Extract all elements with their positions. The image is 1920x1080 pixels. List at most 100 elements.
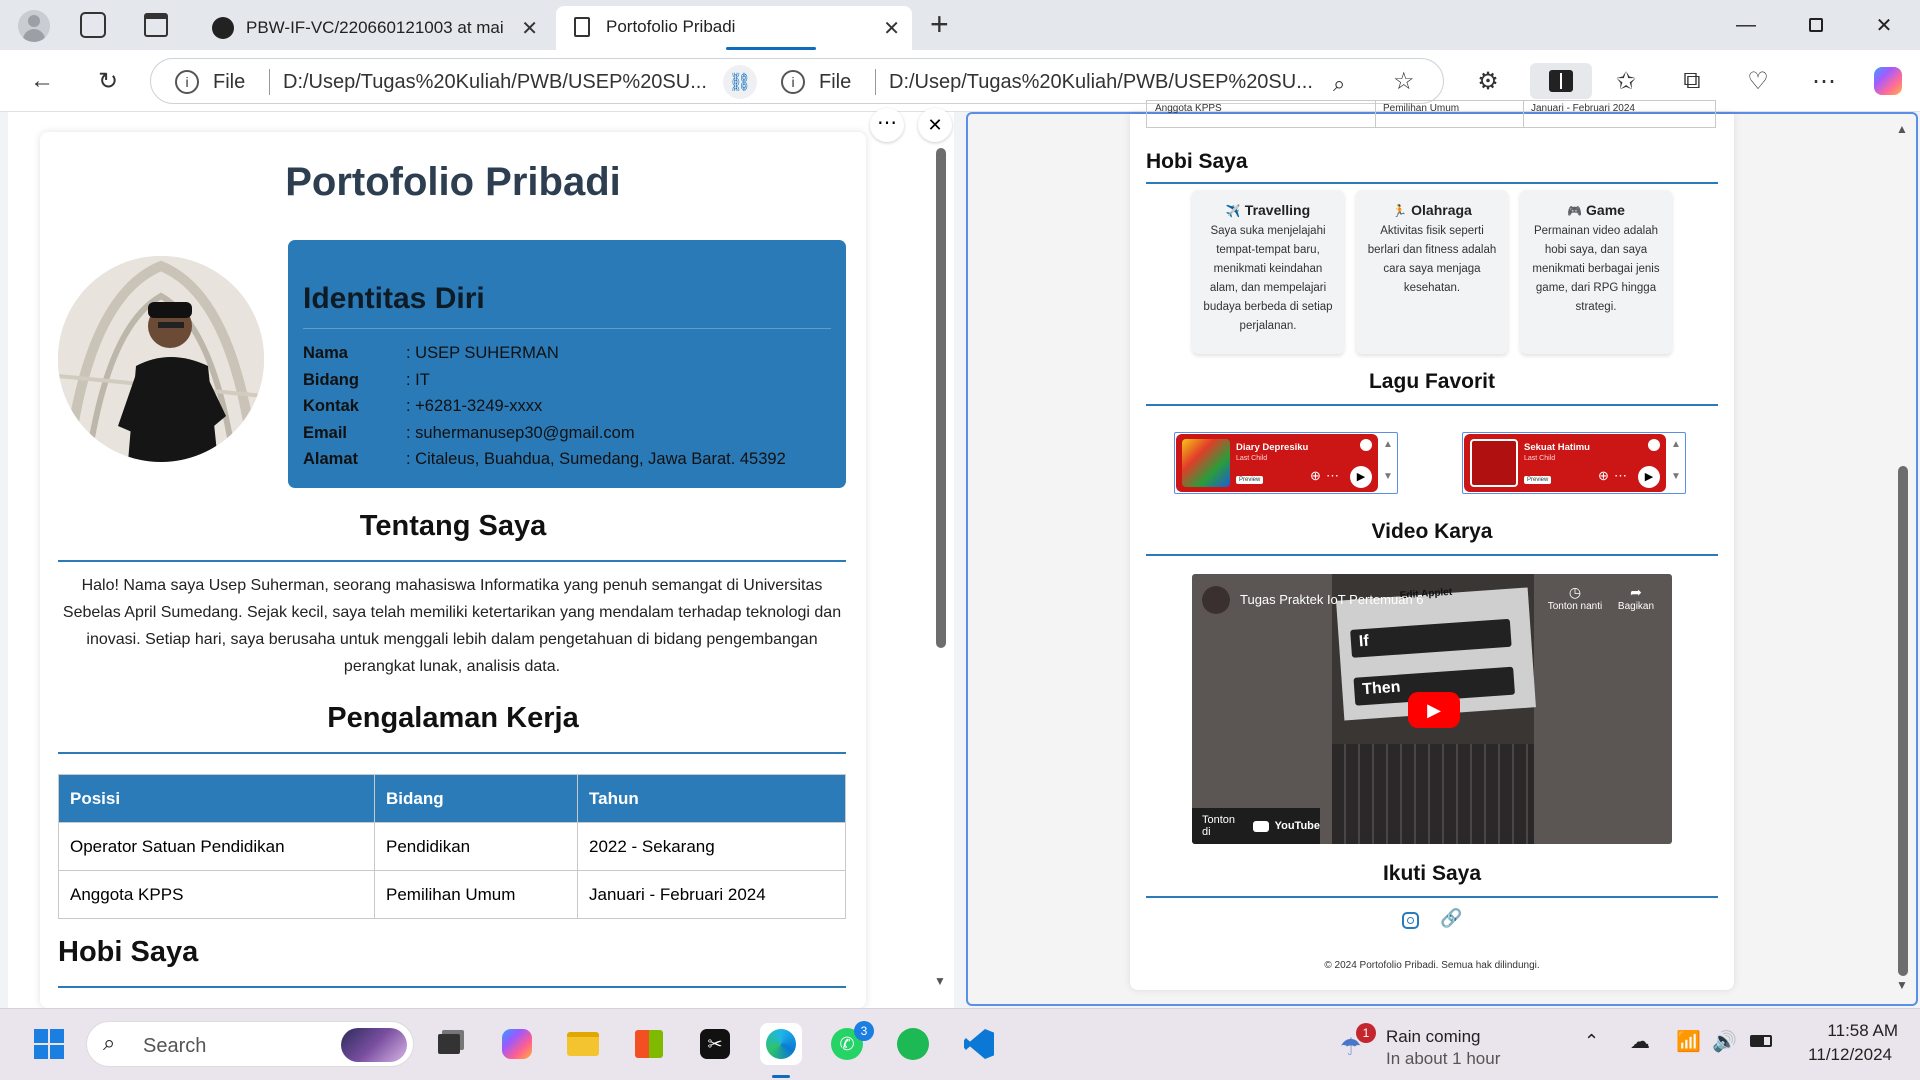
hobby-card-game: 🎮 Game Permainan video adalah hobi saya, … [1520,190,1672,354]
hobby-card-olahraga: 🏃 Olahraga Aktivitas fisik seperti berlar… [1356,190,1508,354]
youtube-logo-icon [1252,820,1269,832]
identity-value: : suhermanusep30@gmail.com [406,423,635,442]
running-icon: 🏃 [1392,204,1408,218]
info-icon[interactable]: i [781,70,805,94]
right-pane: Anggota KPPS Pemilihan Umum Januari - Fe… [966,100,1918,1006]
file-explorer-icon[interactable] [562,1023,604,1065]
onedrive-cloud-icon[interactable]: ☁ [1630,1029,1650,1054]
info-icon[interactable]: i [175,70,199,94]
zoom-icon[interactable]: ⌕ [1333,71,1345,97]
watch-on-youtube-button[interactable]: Tonton di YouTube [1192,808,1320,844]
right-url-text[interactable]: D:/Usep/Tugas%20Kuliah/PWB/USEP%20SU... [889,71,1313,94]
scroll-down-arrow-icon[interactable]: ▼ [1896,978,1908,992]
more-icon[interactable]: ⋯ [1326,468,1339,484]
microsoft-store-icon[interactable] [628,1023,670,1065]
favorite-star-icon[interactable]: ☆ [1393,67,1415,96]
spotify-icon[interactable] [892,1023,934,1065]
spotify-embed[interactable]: Diary Depresiku Last Child Preview ⊕ ⋯ ▶… [1174,432,1398,494]
pane-more-icon[interactable]: ⋯ [870,108,904,142]
spotify-player[interactable]: Sekuat Hatimu Last Child Preview ⊕ ⋯ ▶ [1464,434,1666,492]
copilot-icon[interactable] [1870,63,1906,99]
browser-essentials-icon[interactable]: ♡ [1740,63,1776,99]
identity-value: : Citaleus, Buahdua, Sumedang, Jawa Bara… [406,450,786,468]
task-view-icon[interactable] [428,1023,470,1065]
favorites-icon[interactable]: ✩ [1608,63,1644,99]
hobby-title: Game [1586,202,1625,218]
gamepad-icon: 🎮 [1567,204,1583,218]
play-icon[interactable]: ▶ [1350,466,1372,488]
more-icon[interactable]: ⋯ [1614,468,1627,484]
more-menu-icon[interactable]: ⋯ [1806,63,1842,99]
share-button[interactable]: ➦ Bagikan [1610,584,1662,612]
link-icon[interactable]: 🔗 [1440,908,1462,929]
follow-heading: Ikuti Saya [1382,862,1482,885]
close-tab-icon[interactable]: ✕ [883,16,900,41]
back-icon[interactable]: ← [24,63,60,99]
track-artist: Last Child [1236,455,1268,462]
scroll-up-arrow-icon[interactable]: ▲ [1896,122,1908,136]
left-url-text[interactable]: D:/Usep/Tugas%20Kuliah/PWB/USEP%20SU... [283,71,707,94]
cell-divider [1375,101,1376,127]
weather-widget[interactable]: ☂ 1 Rain coming In about 1 hour [1340,1019,1520,1071]
whatsapp-badge: 3 [854,1021,874,1041]
battery-icon[interactable] [1750,1035,1772,1047]
tab-portofolio[interactable]: Portofolio Pribadi ✕ [556,6,912,50]
add-icon[interactable]: ⊕ [1310,468,1321,484]
collections-icon[interactable]: ⧉ [1674,63,1710,99]
windows-start-icon[interactable] [28,1023,70,1065]
profile-avatar-icon[interactable] [18,10,50,42]
address-bar[interactable]: i File D:/Usep/Tugas%20Kuliah/PWB/USEP%2… [150,58,1444,104]
clock-date[interactable]: 11/12/2024 [1780,1045,1892,1065]
spotify-embed[interactable]: Sekuat Hatimu Last Child Preview ⊕ ⋯ ▶ ▲… [1462,432,1686,494]
minimize-icon[interactable]: — [1724,8,1768,42]
clock-time[interactable]: 11:58 AM [1780,1021,1898,1041]
play-button[interactable]: ▶ [1408,692,1460,728]
spotify-player[interactable]: Diary Depresiku Last Child Preview ⊕ ⋯ ▶ [1176,434,1378,492]
add-icon[interactable]: ⊕ [1598,468,1609,484]
video-title[interactable]: Tugas Praktek IoT Pertemuan 6 [1240,592,1424,607]
hobby-heading: Hobi Saya [1146,150,1248,173]
embed-scroll-up-icon[interactable]: ▲ [1671,439,1681,450]
youtube-embed[interactable]: Edit Applet If Then Tugas Praktek IoT Pe… [1192,574,1672,844]
close-pane-icon[interactable]: ✕ [918,108,952,142]
wifi-icon[interactable]: 📶 [1676,1029,1701,1054]
experience-heading: Pengalaman Kerja [327,702,579,734]
close-tab-icon[interactable]: ✕ [521,16,538,41]
identity-row: Email: suhermanusep30@gmail.com [303,420,833,447]
vertical-tabs-icon[interactable] [144,13,168,37]
table-row: Operator Satuan Pendidikan Pendidikan 20… [58,822,846,871]
extensions-icon[interactable]: ⚙ [1470,63,1506,99]
identity-label: Kontak [303,397,359,415]
watch-later-button[interactable]: ◷ Tonton nanti [1544,584,1606,612]
embed-scroll-down-icon[interactable]: ▼ [1383,471,1393,482]
taskbar-search-box[interactable]: ⌕ Search [86,1021,414,1067]
restore-icon[interactable] [1794,8,1838,42]
volume-icon[interactable]: 🔊 [1712,1029,1737,1054]
embed-scroll-down-icon[interactable]: ▼ [1671,471,1681,482]
spotify-logo-icon[interactable] [1360,439,1372,451]
refresh-icon[interactable]: ↻ [90,63,126,99]
edge-browser-icon[interactable] [760,1023,802,1065]
scroll-down-arrow-icon[interactable]: ▼ [934,974,946,988]
new-tab-button[interactable]: + [930,6,949,43]
preview-badge: Preview [1524,476,1552,484]
instagram-icon[interactable] [1402,912,1419,929]
workspaces-icon[interactable] [80,12,106,38]
chevron-up-icon[interactable]: ⌃ [1584,1031,1599,1052]
identity-row: Alamat: Citaleus, Buahdua, Sumedang, Jaw… [303,446,833,473]
left-scrollbar-thumb[interactable] [936,148,946,648]
vscode-icon[interactable] [958,1023,1000,1065]
close-window-icon[interactable]: ✕ [1862,8,1906,42]
split-link-icon[interactable]: ⛓ [723,65,757,99]
right-scrollbar-thumb[interactable] [1898,466,1908,976]
identity-value: : +6281-3249-xxxx [406,397,543,415]
play-icon[interactable]: ▶ [1638,466,1660,488]
experience-divider [58,752,846,754]
copilot-app-icon[interactable] [496,1023,538,1065]
spotify-logo-icon[interactable] [1648,439,1660,451]
weather-title: Rain coming [1386,1027,1481,1046]
capcut-icon[interactable]: ✂ [694,1023,736,1065]
split-screen-icon[interactable] [1530,63,1592,99]
embed-scroll-up-icon[interactable]: ▲ [1383,439,1393,450]
tab-github[interactable]: PBW-IF-VC/220660121003 at mai ✕ [200,6,550,50]
